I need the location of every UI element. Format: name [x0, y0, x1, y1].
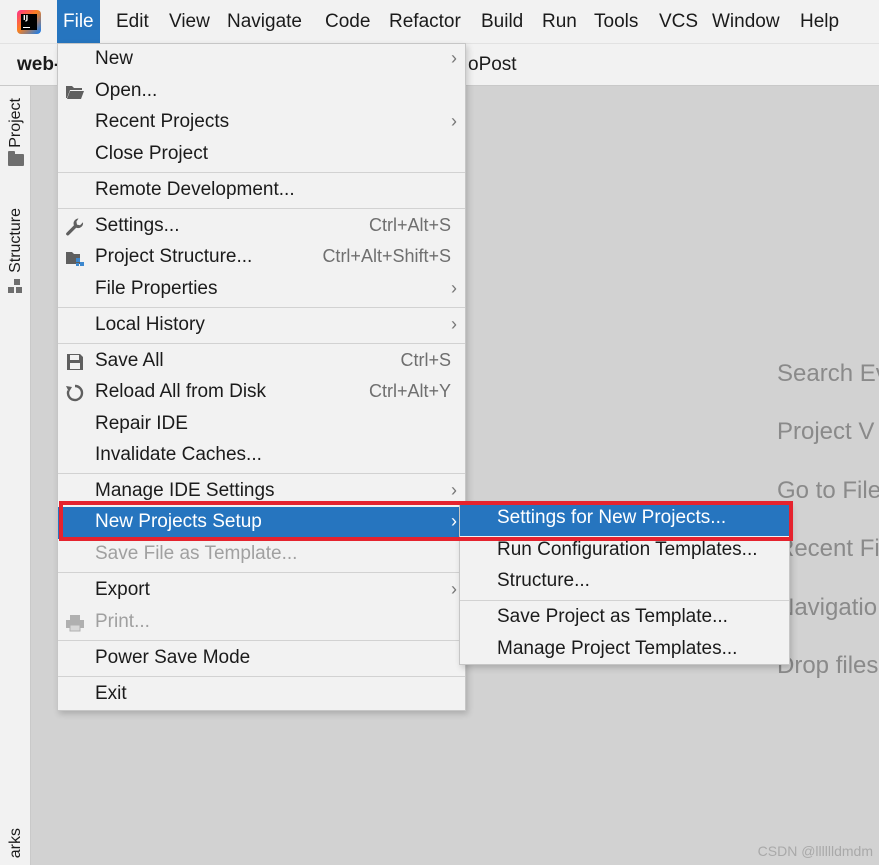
menu-item-settings[interactable]: Settings... Ctrl+Alt+S — [58, 211, 465, 243]
chevron-right-icon: › — [451, 314, 457, 334]
bookmarks-tool-tab[interactable]: arks — [0, 828, 31, 858]
menu-item-exit[interactable]: Exit — [58, 679, 465, 711]
menu-item-new-projects-setup[interactable]: New Projects Setup › — [58, 507, 465, 539]
project-structure-icon — [65, 248, 85, 268]
watermark: CSDN @lllllldmdm — [757, 843, 873, 859]
menu-file[interactable]: File — [57, 0, 100, 44]
chevron-right-icon: › — [451, 480, 457, 500]
printer-icon — [65, 613, 85, 633]
bookmarks-tab-label: arks — [6, 828, 24, 859]
welcome-hint-project-view: Project V — [777, 418, 875, 445]
reload-icon — [65, 383, 85, 403]
menu-refactor[interactable]: Refactor — [383, 0, 467, 44]
menu-item-save-file-as-template: Save File as Template... — [95, 543, 298, 564]
welcome-hint-goto-file: Go to File — [777, 477, 879, 504]
chevron-right-icon: › — [451, 48, 457, 68]
menu-item-project-structure[interactable]: Project Structure... Ctrl+Alt+Shift+S — [58, 242, 465, 274]
editor-tab-label[interactable]: oPost — [468, 54, 517, 76]
file-menu-dropdown: New › Open... Recent Projects › Close Proj… — [57, 43, 466, 711]
menu-item-manage-ide-settings[interactable]: Manage IDE Settings › — [58, 476, 465, 508]
menu-item-close-project[interactable]: Close Project — [58, 139, 465, 171]
submenu-item-manage-project-templates[interactable]: Manage Project Templates... — [460, 635, 789, 667]
menu-code[interactable]: Code — [319, 0, 376, 44]
folder-icon — [7, 150, 24, 166]
project-name-breadcrumb[interactable]: web- — [17, 54, 60, 76]
chevron-right-icon: › — [451, 579, 457, 599]
structure-icon — [7, 278, 24, 293]
chevron-right-icon: › — [451, 511, 457, 531]
menu-help[interactable]: Help — [794, 0, 845, 44]
submenu-item-run-configuration-templates[interactable]: Run Configuration Templates... — [460, 536, 789, 568]
project-tool-tab[interactable]: Project — [0, 98, 31, 166]
menu-item-repair-ide[interactable]: Repair IDE — [58, 409, 465, 441]
welcome-hint-recent-files: Recent Fi — [777, 535, 879, 562]
menu-item-print: Print... — [58, 607, 465, 639]
new-projects-setup-submenu: Settings for New Projects... Run Configu… — [459, 503, 790, 665]
structure-tool-tab[interactable]: Structure — [0, 208, 31, 293]
menu-separator — [58, 343, 465, 344]
wrench-icon — [65, 217, 85, 237]
welcome-hint-search: Search Ev — [777, 360, 879, 387]
menu-separator — [58, 307, 465, 308]
chevron-right-icon: › — [451, 111, 457, 131]
menu-separator — [460, 600, 789, 601]
chevron-right-icon: › — [451, 278, 457, 298]
menu-separator — [58, 208, 465, 209]
menu-build[interactable]: Build — [475, 0, 529, 44]
menu-item-recent-projects[interactable]: Recent Projects › — [58, 107, 465, 139]
menu-item-export[interactable]: Export › — [58, 575, 465, 607]
structure-tab-label: Structure — [6, 208, 24, 273]
menu-separator — [58, 676, 465, 677]
save-icon — [65, 352, 85, 372]
intellij-logo-icon[interactable]: IJ — [17, 10, 41, 34]
menu-separator — [58, 572, 465, 573]
menu-item-invalidate-caches[interactable]: Invalidate Caches... — [58, 440, 465, 472]
menu-separator — [58, 640, 465, 641]
menu-window[interactable]: Window — [706, 0, 786, 44]
main-menu-bar: IJ File Edit View Navigate Code Refactor… — [0, 0, 879, 44]
submenu-item-settings-for-new-projects[interactable]: Settings for New Projects... — [460, 504, 789, 536]
menu-item-save-all[interactable]: Save All Ctrl+S — [58, 346, 465, 378]
menu-item-file-properties[interactable]: File Properties › — [58, 274, 465, 306]
menu-edit[interactable]: Edit — [110, 0, 155, 44]
project-tab-label: Project — [6, 98, 24, 148]
menu-view[interactable]: View — [163, 0, 216, 44]
menu-item-remote-development[interactable]: Remote Development... — [58, 175, 465, 207]
submenu-item-structure[interactable]: Structure... — [460, 567, 789, 599]
menu-item-reload-all[interactable]: Reload All from Disk Ctrl+Alt+Y — [58, 377, 465, 409]
menu-separator — [58, 172, 465, 173]
menu-item-local-history[interactable]: Local History › — [58, 310, 465, 342]
folder-open-icon — [65, 82, 85, 102]
submenu-item-save-project-as-template[interactable]: Save Project as Template... — [460, 603, 789, 635]
menu-item-power-save-mode[interactable]: Power Save Mode — [58, 643, 465, 675]
menu-tools[interactable]: Tools — [588, 0, 644, 44]
welcome-hint-drop-files: Drop files — [777, 652, 879, 679]
menu-vcs[interactable]: VCS — [653, 0, 704, 44]
menu-navigate[interactable]: Navigate — [221, 0, 308, 44]
menu-item-open[interactable]: Open... — [58, 76, 465, 108]
left-tool-strip: Project Structure arks — [0, 86, 31, 865]
welcome-hint-navigation: Navigatio — [777, 594, 878, 621]
menu-separator — [58, 473, 465, 474]
menu-item-new[interactable]: New › — [58, 44, 465, 76]
menu-run[interactable]: Run — [536, 0, 583, 44]
